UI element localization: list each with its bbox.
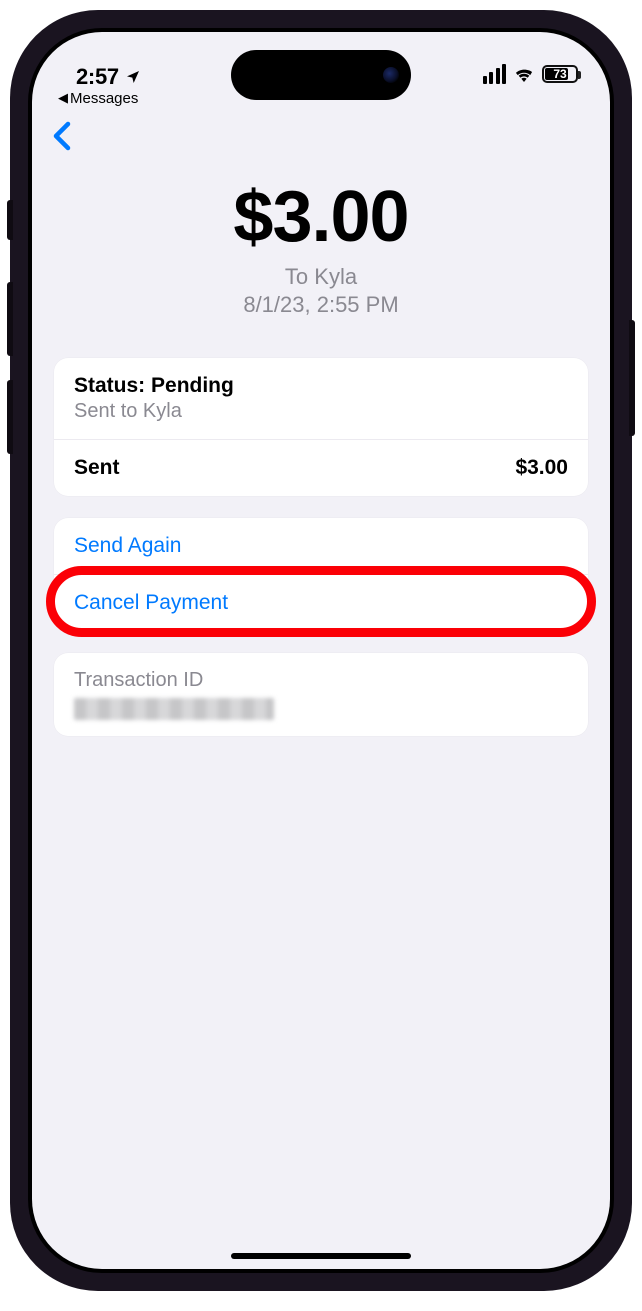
transaction-id-row: Transaction ID [54,653,588,736]
actions-card: Send Again Cancel Payment [54,518,588,631]
back-button[interactable] [52,121,72,156]
sent-amount: $3.00 [515,456,568,480]
status-row: Status: Pending Sent to Kyla [54,358,588,439]
nav-bar [32,112,610,164]
location-icon [125,69,141,85]
volume-up-button [7,282,13,356]
home-indicator[interactable] [231,1253,411,1259]
cellular-icon [483,64,507,84]
volume-down-button [7,380,13,454]
status-right-group: 73 [483,64,579,84]
status-line: Status: Pending [74,374,568,398]
breadcrumb-label: Messages [70,90,138,107]
ringer-switch [7,200,13,240]
wifi-icon [513,66,535,82]
battery-percent: 73 [544,67,576,81]
transaction-id-label: Transaction ID [74,669,568,692]
cancel-payment-button[interactable]: Cancel Payment [54,574,588,631]
content-area: Status: Pending Sent to Kyla Sent $3.00 … [32,358,610,736]
datetime-line: 8/1/23, 2:55 PM [32,292,610,318]
status-bar: 2:57 73 [32,32,610,90]
send-again-button[interactable]: Send Again [54,518,588,574]
amount-value: $3.00 [32,176,610,258]
device-bezel: 2:57 73 ◀ Messages [28,28,614,1273]
device-frame: 2:57 73 ◀ Messages [10,10,632,1291]
sent-row: Sent $3.00 [54,439,588,496]
side-button [629,320,635,436]
status-card: Status: Pending Sent to Kyla Sent $3.00 [54,358,588,496]
status-sub: Sent to Kyla [74,400,568,423]
transaction-id-card: Transaction ID [54,653,588,736]
status-time: 2:57 [76,64,119,90]
transaction-id-value [74,698,274,720]
recipient-line: To Kyla [32,264,610,290]
breadcrumb-back[interactable]: ◀ Messages [58,90,138,107]
chevron-left-icon [52,121,72,151]
screen: 2:57 73 ◀ Messages [32,32,610,1269]
battery-icon: 73 [542,65,578,83]
status-time-group: 2:57 [76,64,141,90]
chevron-left-small-icon: ◀ [58,90,68,106]
sent-label: Sent [74,456,120,480]
amount-header: $3.00 To Kyla 8/1/23, 2:55 PM [32,176,610,318]
